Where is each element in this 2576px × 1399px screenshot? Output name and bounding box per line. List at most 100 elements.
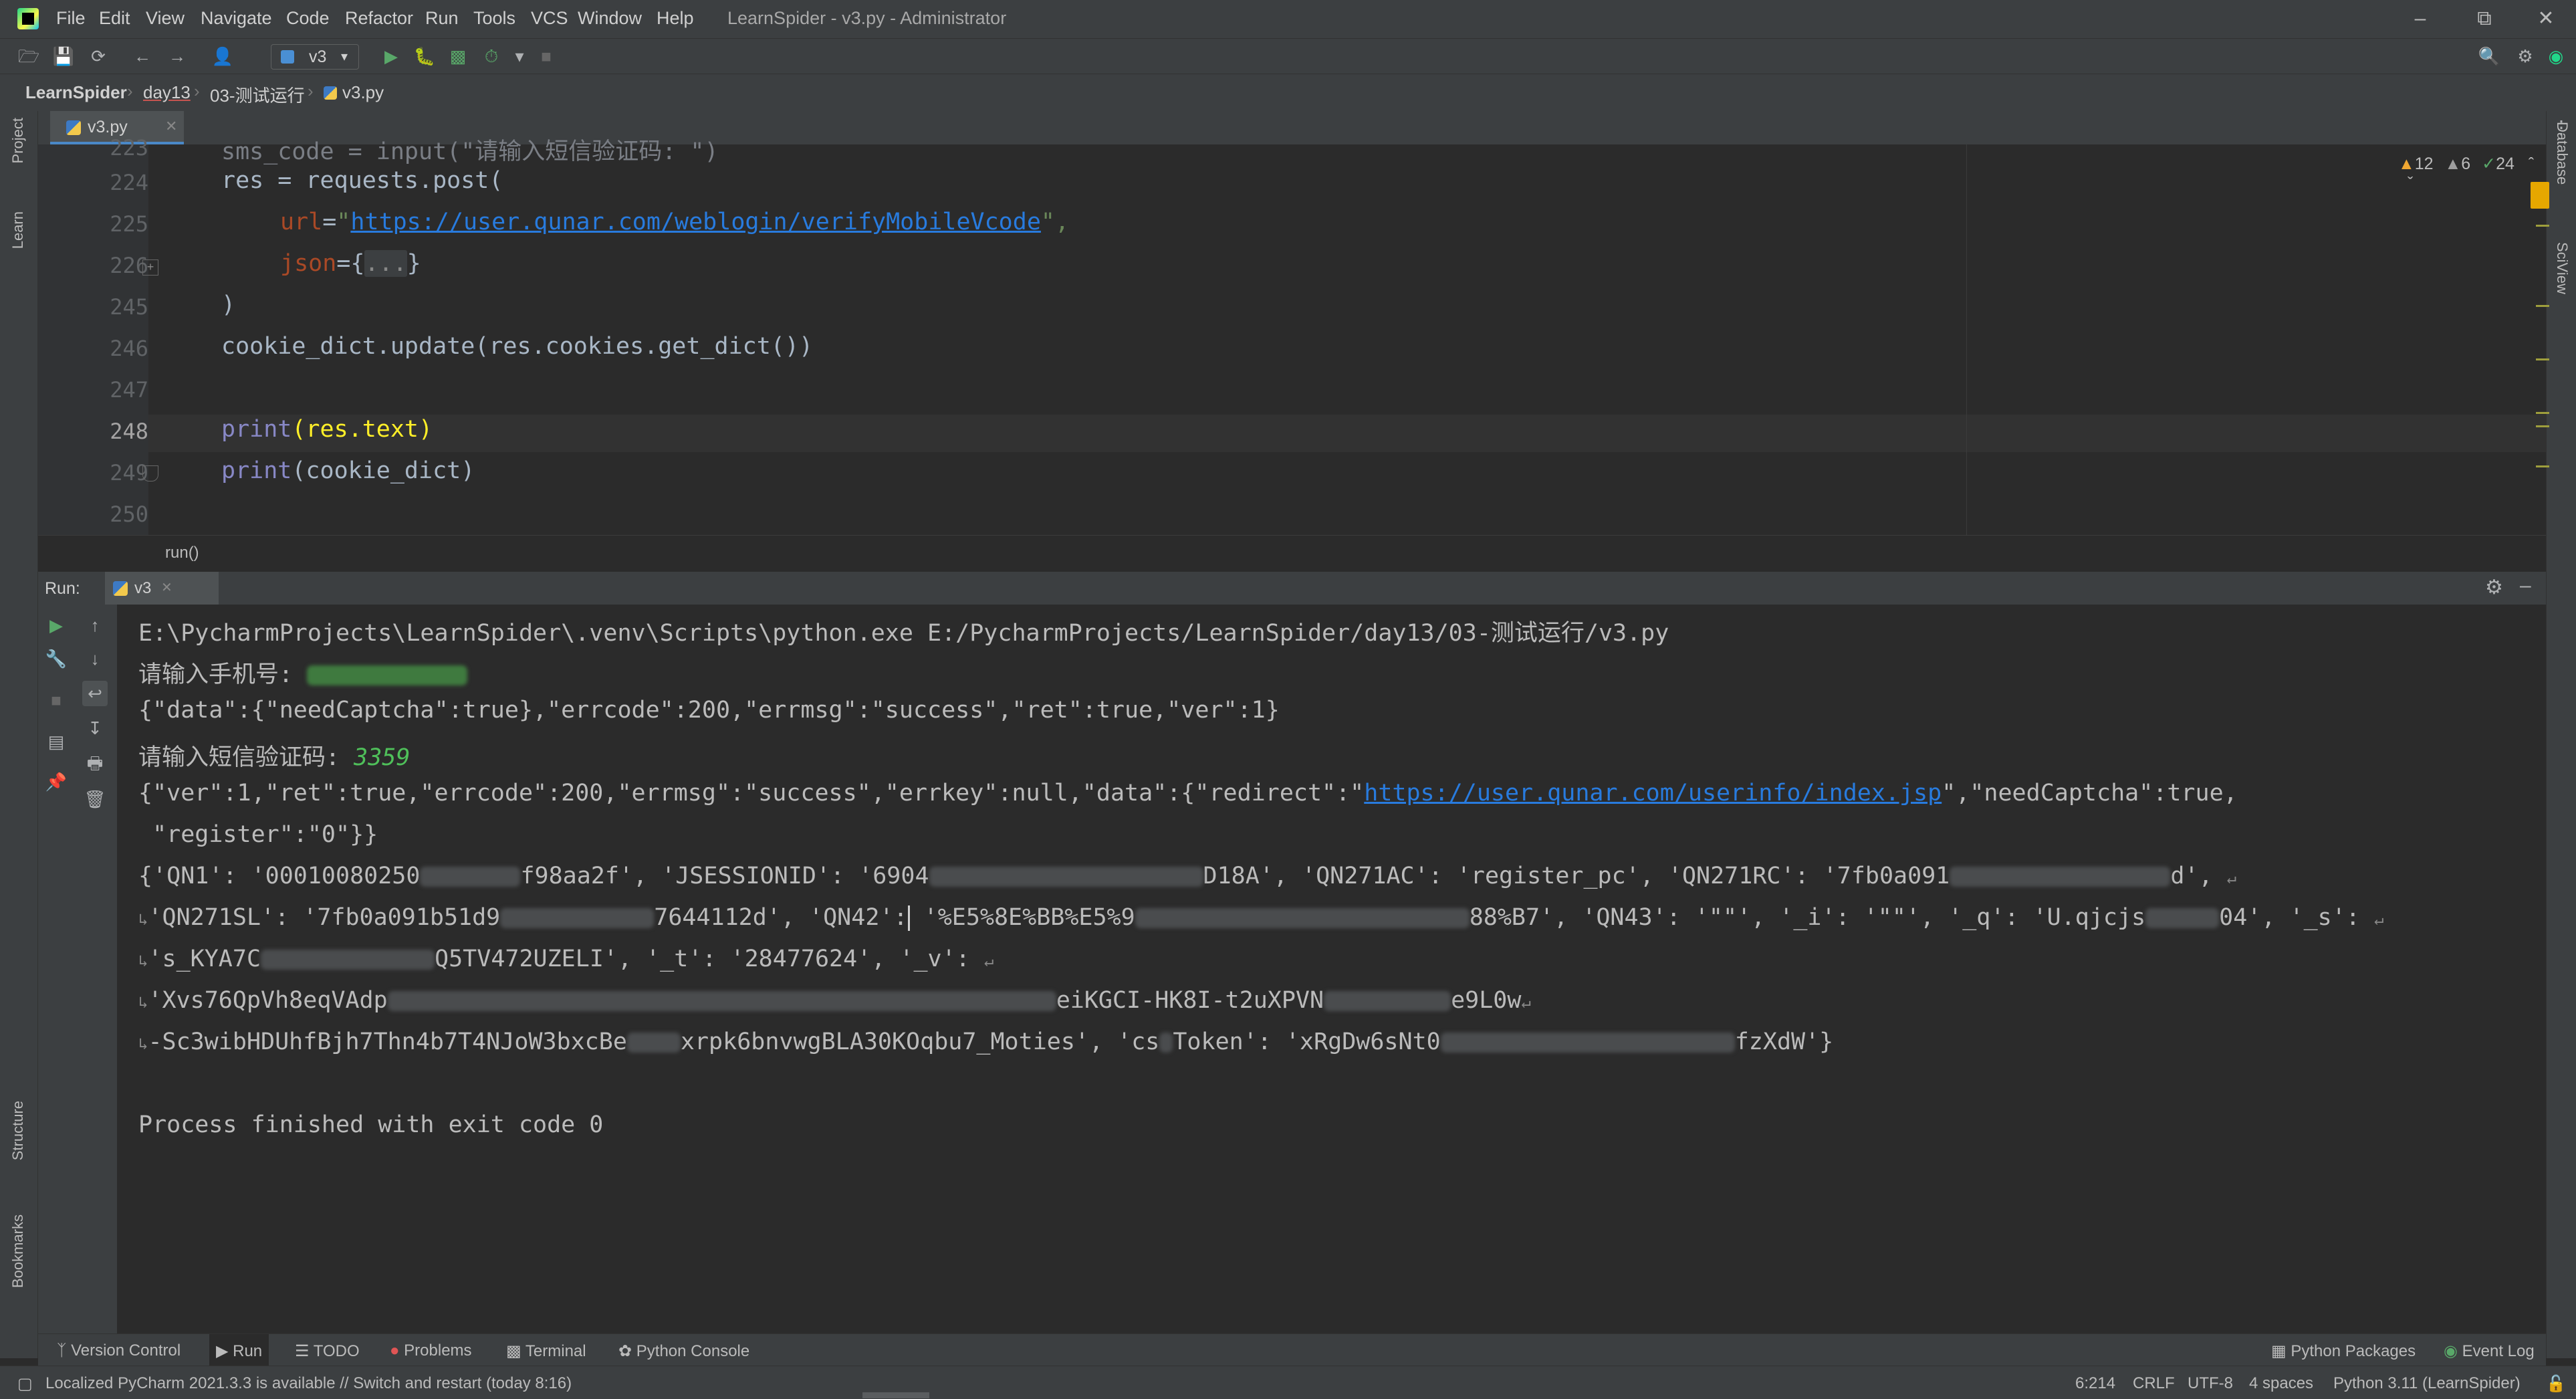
open-folder-icon[interactable]: 🗁 — [17, 45, 40, 68]
terminal-tab[interactable]: ▩ Terminal — [506, 1341, 586, 1361]
horizontal-scroll-thumb[interactable] — [862, 1392, 929, 1398]
gear-icon[interactable]: ⚙ — [2485, 576, 2503, 599]
error-stripe-mark[interactable] — [2536, 358, 2549, 360]
run-configuration-select[interactable]: v3 ▾ — [271, 44, 359, 70]
up-arrow-icon[interactable]: ↑ — [82, 613, 108, 638]
more-run-chevron-icon[interactable]: ▾ — [508, 45, 531, 68]
code-breadcrumb-bar: run() — [38, 535, 2546, 572]
terminal-icon: ▩ — [506, 1342, 525, 1360]
close-tab-icon[interactable]: ✕ — [161, 579, 172, 596]
coverage-icon[interactable]: ▩ — [447, 45, 469, 68]
code-editor[interactable]: 223 224 225 226 245 246 247 248 249 250 … — [38, 135, 2549, 535]
error-stripe-marker[interactable] — [2531, 182, 2549, 209]
folded-region[interactable]: ... — [364, 250, 407, 277]
tab-label: Event Log — [2462, 1342, 2535, 1360]
back-icon[interactable]: ← — [131, 45, 154, 68]
menu-run[interactable]: Run — [425, 8, 459, 29]
wrench-icon[interactable]: 🔧 — [43, 646, 69, 671]
error-stripe-mark[interactable] — [2536, 465, 2549, 467]
menu-navigate[interactable]: Navigate — [201, 8, 272, 29]
chevron-down-icon[interactable]: ˇ — [2408, 174, 2413, 193]
print-icon[interactable]: 🖶 — [82, 750, 108, 776]
menu-window[interactable]: Window — [578, 8, 642, 29]
run-icon[interactable]: ▶ — [380, 45, 402, 68]
inspection-widget[interactable]: ▲12 ▲6 ✓24 ˆ ˇ — [2398, 154, 2546, 193]
event-log-tab[interactable]: ◉ Event Log — [2444, 1341, 2535, 1361]
breadcrumb-folder[interactable]: day13 — [143, 82, 191, 103]
search-icon[interactable]: 🔍 — [2478, 45, 2500, 68]
run-tool-tab[interactable]: ▶ Run — [209, 1334, 269, 1366]
bookmarks-tool-tab[interactable]: Bookmarks — [9, 1214, 27, 1288]
version-control-tab[interactable]: ᛉ Version Control — [57, 1341, 181, 1360]
error-stripe-mark[interactable] — [2536, 225, 2549, 227]
forward-icon[interactable]: → — [166, 45, 189, 68]
gear-icon[interactable]: ⚙ — [2514, 45, 2537, 68]
fold-end-icon[interactable] — [142, 465, 158, 481]
menu-view[interactable]: View — [146, 8, 185, 29]
menu-file[interactable]: File — [56, 8, 86, 29]
url-link[interactable]: https://user.qunar.com/weblogin/verifyMo… — [350, 209, 1041, 235]
trash-icon[interactable]: 🗑 — [82, 786, 108, 812]
breadcrumb-subfolder[interactable]: 03-测试运行 — [210, 82, 305, 107]
console-url-link[interactable]: https://user.qunar.com/userinfo/index.js… — [1364, 780, 1942, 806]
structure-tool-tab[interactable]: Structure — [9, 1101, 27, 1160]
sync-icon[interactable]: ⟳ — [87, 45, 110, 68]
breadcrumb-project[interactable]: LearnSpider — [25, 82, 127, 103]
minimize-icon[interactable]: – — [2402, 4, 2439, 33]
tab-label: Run — [233, 1342, 263, 1360]
soft-wrap-marker-icon: ↳ — [138, 910, 148, 929]
file-encoding[interactable]: UTF-8 — [2188, 1374, 2233, 1393]
stop-icon[interactable]: ■ — [535, 45, 558, 68]
python-interpreter[interactable]: Python 3.11 (LearnSpider) — [2333, 1374, 2521, 1393]
user-icon[interactable]: 👤 — [211, 45, 234, 68]
restore-icon[interactable]: ⧉ — [2466, 4, 2503, 33]
toolbox-icon[interactable]: ◉ — [2545, 45, 2567, 68]
project-tool-tab[interactable]: Project — [9, 118, 27, 163]
fold-expand-icon[interactable]: + — [142, 259, 158, 276]
soft-wrap-icon[interactable]: ↩ — [82, 681, 108, 706]
learn-tool-tab[interactable]: Learn — [9, 211, 27, 249]
main-toolbar: 🗁 💾 ⟳ ← → 👤 v3 ▾ ▶ 🐛 ▩ ⏱ ▾ ■ 🔍 ⚙ ◉ — [0, 38, 2576, 74]
profile-icon[interactable]: ⏱ — [480, 45, 503, 68]
menu-refactor[interactable]: Refactor — [345, 8, 413, 29]
indent-setting[interactable]: 4 spaces — [2249, 1374, 2313, 1393]
stop-icon[interactable]: ■ — [43, 687, 69, 713]
python-console-tab[interactable]: ✿ Python Console — [618, 1341, 749, 1361]
menu-edit[interactable]: Edit — [99, 8, 130, 29]
run-tab-v3[interactable]: v3 ✕ — [105, 572, 219, 605]
menu-vcs[interactable]: VCS — [531, 8, 568, 29]
pin-icon[interactable]: 📌 — [43, 769, 69, 794]
status-message[interactable]: Localized PyCharm 2021.3.3 is available … — [45, 1374, 572, 1393]
layout-icon[interactable]: ▤ — [43, 729, 69, 754]
status-square-icon[interactable]: ▢ — [17, 1374, 33, 1394]
close-icon[interactable]: ✕ — [2527, 4, 2565, 33]
line-separator[interactable]: CRLF — [2133, 1374, 2175, 1393]
menu-tools[interactable]: Tools — [473, 8, 515, 29]
scroll-to-end-icon[interactable]: ↧ — [82, 716, 108, 741]
menu-code[interactable]: Code — [286, 8, 330, 29]
caret-position[interactable]: 6:214 — [2075, 1374, 2115, 1393]
breadcrumb-file[interactable]: v3.py — [342, 82, 384, 103]
error-stripe-mark[interactable] — [2536, 425, 2549, 427]
python-packages-tab[interactable]: ▦ Python Packages — [2271, 1341, 2416, 1361]
down-arrow-icon[interactable]: ↓ — [82, 646, 108, 671]
error-stripe-mark[interactable] — [2536, 305, 2549, 307]
run-console-output[interactable]: E:\PycharmProjects\LearnSpider\.venv\Scr… — [117, 605, 2546, 1333]
debug-icon[interactable]: 🐛 — [413, 45, 436, 68]
problems-tab[interactable]: ● Problems — [390, 1341, 472, 1360]
lock-icon[interactable]: 🔓 — [2546, 1374, 2566, 1394]
menu-help[interactable]: Help — [657, 8, 694, 29]
bottom-tool-window-bar: ᛉ Version Control ▶ Run ☰ TODO ● Problem… — [38, 1333, 2546, 1366]
error-icon: ● — [390, 1341, 404, 1360]
code-breadcrumb-function[interactable]: run() — [165, 544, 199, 562]
rerun-icon[interactable]: ▶ — [43, 613, 69, 638]
error-stripe-mark[interactable] — [2536, 412, 2549, 414]
todo-tab[interactable]: ☰ TODO — [295, 1341, 360, 1361]
hide-panel-icon[interactable]: – — [2520, 574, 2531, 597]
sciview-tool-tab[interactable]: SciView — [2553, 242, 2571, 294]
chevron-up-icon[interactable]: ˆ — [2529, 154, 2534, 173]
save-icon[interactable]: 💾 — [52, 45, 75, 68]
branch-icon: ᛉ — [57, 1341, 72, 1360]
more-vertical-icon[interactable]: ⋮ — [2552, 116, 2571, 138]
close-tab-icon[interactable]: ✕ — [165, 118, 177, 135]
